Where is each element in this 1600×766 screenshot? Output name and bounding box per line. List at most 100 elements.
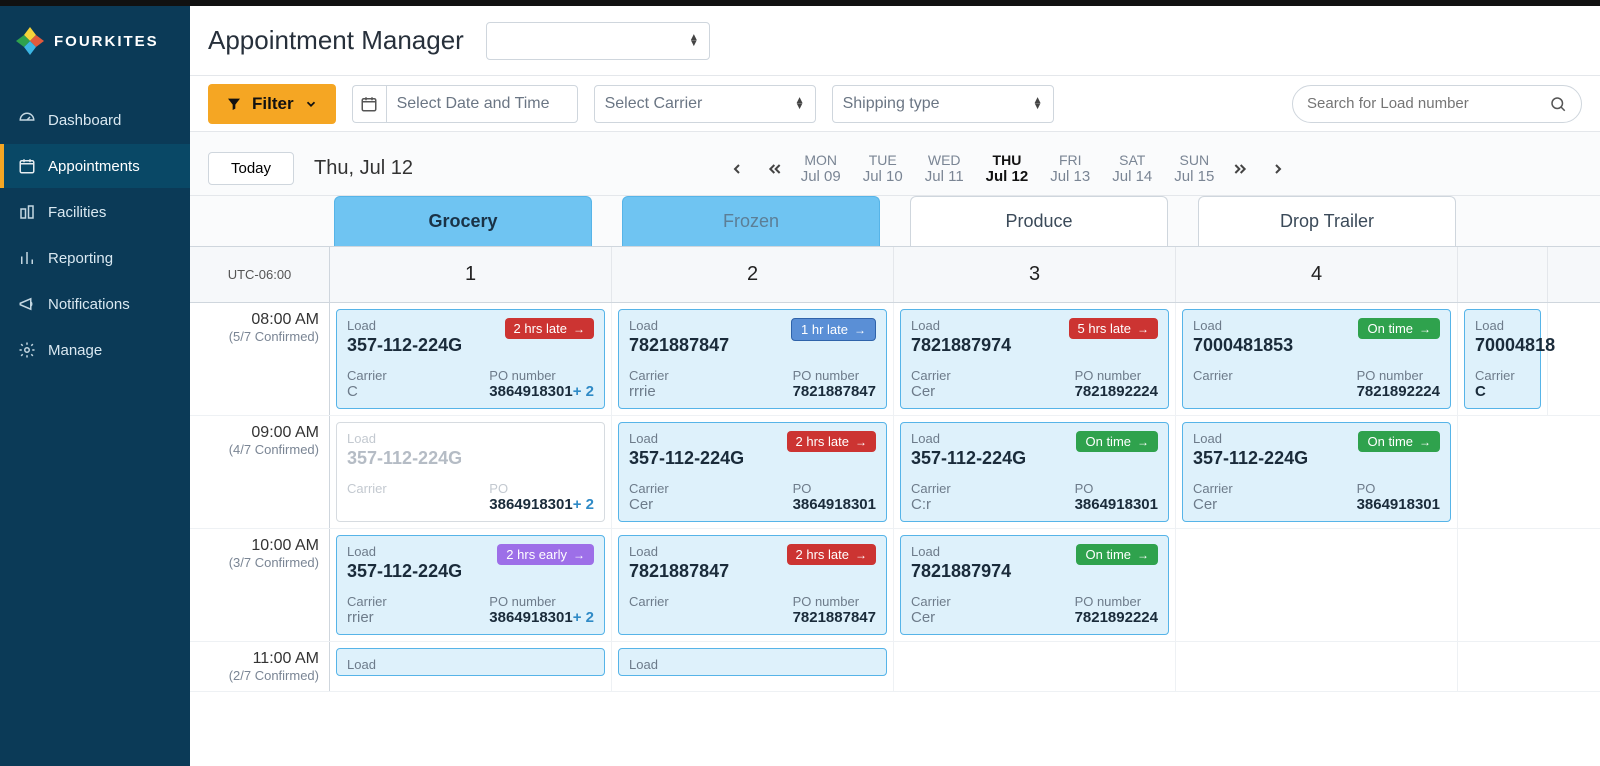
nav-label: Notifications [48,296,130,313]
time-row: 10:00 AM(3/7 Confirmed)Load357-112-224G2… [190,529,1600,642]
slot: Load78218878471 hr late →CarrierrrriePO … [612,303,894,415]
slot: Load357-112-224G2 hrs late →CarrierCerPO… [612,416,894,528]
slot: Load357-112-224G2 hrs late →CarrierCPO n… [330,303,612,415]
slot: Load [330,642,612,691]
nav-label: Manage [48,342,102,359]
col-1: 1 [330,247,612,302]
appointment-card[interactable]: Load357-112-224GOn time →CarrierC:rPO386… [900,422,1169,522]
shipping-type-select[interactable]: Shipping type ▲▼ [832,85,1054,123]
day-tue[interactable]: TUEJul 10 [863,152,903,185]
dock-tabs: Grocery Frozen Produce Drop Trailer [190,196,1600,246]
slot: Load [612,642,894,691]
nav-reporting[interactable]: Reporting [0,236,190,280]
appointment-card[interactable]: Load357-112-224GCarrierPO3864918301+ 2 [336,422,605,522]
day-mon[interactable]: MONJul 09 [801,152,841,185]
status-badge: 5 hrs late → [1069,318,1158,339]
time-row: 08:00 AM(5/7 Confirmed)Load357-112-224G2… [190,303,1600,416]
slot: Load7821887974On time →CarrierCerPO numb… [894,529,1176,641]
schedule-grid[interactable]: UTC-06:00 1 2 3 4 08:00 AM(5/7 Confirmed… [190,246,1600,766]
search-input[interactable] [1292,85,1582,123]
chevron-down-icon [304,97,318,111]
appointment-card[interactable]: Load357-112-224G2 hrs late →CarrierCPO n… [336,309,605,409]
filters-bar: Filter Select Date and Time Select Carri… [190,76,1600,132]
slot [1176,642,1458,691]
caret-icon: ▲▼ [795,98,805,110]
col-4: 4 [1176,247,1458,302]
timezone-label: UTC-06:00 [190,247,330,302]
time-row: 11:00 AM(2/7 Confirmed)LoadLoad [190,642,1600,692]
time-cell: 08:00 AM(5/7 Confirmed) [190,303,330,415]
nav-dashboard[interactable]: Dashboard [0,98,190,142]
calendar-icon [352,85,386,123]
day-wed[interactable]: WEDJul 11 [925,152,964,185]
appointment-card[interactable]: Load [618,648,887,676]
facility-select[interactable]: ▲▼ [486,22,710,60]
tab-grocery[interactable]: Grocery [334,196,592,246]
time-cell: 11:00 AM(2/7 Confirmed) [190,642,330,691]
bars-icon [18,249,36,267]
appointment-card[interactable]: Load7821887974On time →CarrierCerPO numb… [900,535,1169,635]
nav-notifications[interactable]: Notifications [0,282,190,326]
tab-drop-trailer[interactable]: Drop Trailer [1198,196,1456,246]
col-5-partial [1458,247,1548,302]
status-badge: 2 hrs late → [505,318,594,339]
status-badge: 2 hrs late → [787,431,876,452]
prev-week-icon[interactable] [763,157,787,181]
gear-icon [18,341,36,359]
main: Appointment Manager ▲▼ Filter Select Dat… [190,6,1600,766]
slot: Load7000481853On time →CarrierPO number7… [1176,303,1458,415]
slot: Load357-112-224G2 hrs early →Carrierrrie… [330,529,612,641]
caret-icon: ▲▼ [689,35,699,47]
time-cell: 09:00 AM(4/7 Confirmed) [190,416,330,528]
next-day-icon[interactable] [1266,157,1290,181]
appointment-card[interactable]: Load78218878472 hrs late →CarrierPO numb… [618,535,887,635]
nav-label: Reporting [48,250,113,267]
status-badge: On time → [1358,431,1440,452]
calendar-icon [18,157,36,175]
status-badge: 2 hrs early → [497,544,594,565]
day-sun[interactable]: SUNJul 15 [1174,152,1214,185]
status-badge: On time → [1076,544,1158,565]
nav-facilities[interactable]: Facilities [0,190,190,234]
carrier-select[interactable]: Select Carrier ▲▼ [594,85,816,123]
appointment-card[interactable]: Load357-112-224G2 hrs early →Carrierrrie… [336,535,605,635]
day-fri[interactable]: FRIJul 13 [1050,152,1090,185]
appointment-card[interactable]: Load7000481853On time →CarrierPO number7… [1182,309,1451,409]
appointment-card[interactable]: Load70004818CarrierC [1464,309,1541,409]
next-week-icon[interactable] [1228,157,1252,181]
nav-manage[interactable]: Manage [0,328,190,372]
grid-header: UTC-06:00 1 2 3 4 [190,247,1600,303]
status-badge: On time → [1358,318,1440,339]
day-sat[interactable]: SATJul 14 [1112,152,1152,185]
day-thu[interactable]: THUJul 12 [986,152,1029,185]
tab-frozen[interactable]: Frozen [622,196,880,246]
slot [894,642,1176,691]
appointment-card[interactable]: Load357-112-224G2 hrs late →CarrierCerPO… [618,422,887,522]
tab-produce[interactable]: Produce [910,196,1168,246]
building-icon [18,203,36,221]
appointment-card[interactable]: Load78218879745 hrs late →CarrierCerPO n… [900,309,1169,409]
status-badge: 2 hrs late → [787,544,876,565]
slot: Load357-112-224GOn time →CarrierCerPO386… [1176,416,1458,528]
date-time-select[interactable]: Select Date and Time [352,85,578,123]
appointment-card[interactable]: Load357-112-224GOn time →CarrierCerPO386… [1182,422,1451,522]
appointment-card[interactable]: Load78218878471 hr late →CarrierrrriePO … [618,309,887,409]
search-icon [1549,95,1567,113]
today-button[interactable]: Today [208,152,294,185]
nav: Dashboard Appointments Facilities Report… [0,76,190,372]
col-3: 3 [894,247,1176,302]
page-title: Appointment Manager [208,25,464,56]
nav-appointments[interactable]: Appointments [0,144,190,188]
appointment-card[interactable]: Load [336,648,605,676]
current-date: Thu, Jul 12 [314,157,413,180]
slot: Load357-112-224GOn time →CarrierC:rPO386… [894,416,1176,528]
sidebar: FOURKITES Dashboard Appointments Facilit… [0,6,190,766]
col-2: 2 [612,247,894,302]
filter-button[interactable]: Filter [208,84,336,124]
search-field[interactable] [1307,95,1549,112]
time-row: 09:00 AM(4/7 Confirmed)Load357-112-224GC… [190,416,1600,529]
nav-label: Dashboard [48,112,121,129]
time-cell: 10:00 AM(3/7 Confirmed) [190,529,330,641]
timeline-header: Today Thu, Jul 12 MONJul 09 TUEJul 10 WEDJ… [190,132,1600,196]
prev-day-icon[interactable] [725,157,749,181]
